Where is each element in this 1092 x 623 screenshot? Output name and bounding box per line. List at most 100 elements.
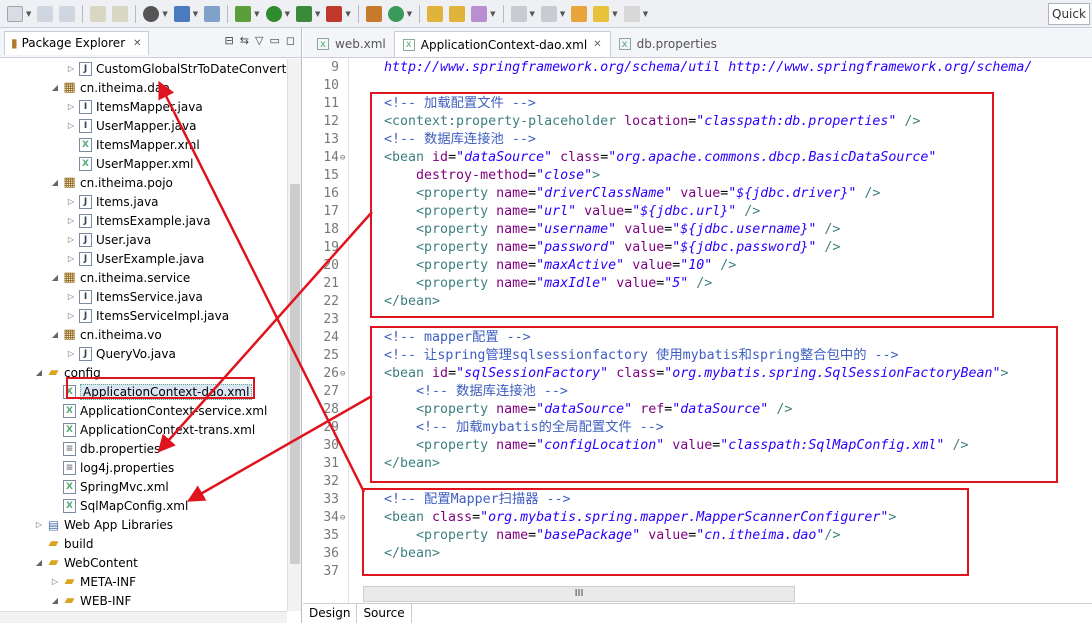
new-class-icon[interactable]: [387, 5, 404, 22]
dropdown-arrow-icon[interactable]: ▼: [530, 10, 535, 18]
expanded-arrow-icon[interactable]: ◢: [50, 596, 60, 605]
tree-item[interactable]: ▷ J UserExample.java: [66, 249, 204, 268]
tree-item[interactable]: ◢ ▦ cn.itheima.dao: [50, 78, 170, 97]
tree-item[interactable]: ◢ ▦ cn.itheima.pojo: [50, 173, 173, 192]
publish-icon[interactable]: [112, 5, 129, 22]
collapsed-arrow-icon[interactable]: ▷: [34, 520, 44, 529]
tree-item[interactable]: ▷ I UserMapper.java: [66, 116, 196, 135]
open-type-icon[interactable]: [427, 5, 444, 22]
tree-item[interactable]: ▷ J ItemsExample.java: [66, 211, 211, 230]
collapsed-arrow-icon[interactable]: ▷: [66, 102, 76, 111]
save-all-icon[interactable]: [59, 5, 76, 22]
open-resource-icon[interactable]: [449, 5, 466, 22]
collapsed-arrow-icon[interactable]: ▷: [66, 292, 76, 301]
collapsed-arrow-icon[interactable]: ▷: [66, 349, 76, 358]
tree-item[interactable]: ≡ db.properties: [50, 439, 160, 458]
editor-horizontal-scrollbar[interactable]: III: [363, 586, 795, 602]
dropdown-arrow-icon[interactable]: ▼: [254, 10, 259, 18]
collapsed-arrow-icon[interactable]: ▷: [66, 64, 76, 73]
editor-tab[interactable]: x ApplicationContext-dao.xml ✕: [393, 31, 611, 57]
back-icon[interactable]: [593, 5, 610, 22]
dropdown-arrow-icon[interactable]: ▼: [26, 10, 31, 18]
tree-item[interactable]: ▷ J Items.java: [66, 192, 159, 211]
save-icon[interactable]: [37, 5, 54, 22]
debug-icon[interactable]: [235, 5, 252, 22]
collapsed-arrow-icon[interactable]: ▷: [66, 121, 76, 130]
skip-breakpoints-icon[interactable]: [204, 5, 221, 22]
tree-item[interactable]: ◢ ▰ WebContent: [34, 553, 138, 572]
collapsed-arrow-icon[interactable]: ▷: [66, 235, 76, 244]
dropdown-arrow-icon[interactable]: ▼: [612, 10, 617, 18]
tree-item[interactable]: ◢ ▰ WEB-INF: [50, 591, 132, 610]
expanded-arrow-icon[interactable]: ◢: [34, 558, 44, 567]
expanded-arrow-icon[interactable]: ◢: [50, 273, 60, 282]
tree-vertical-scrollbar[interactable]: [287, 59, 301, 611]
collapsed-arrow-icon[interactable]: ▷: [50, 577, 60, 586]
monitor-icon[interactable]: [173, 5, 190, 22]
tree-item[interactable]: X ApplicationContext-trans.xml: [50, 420, 255, 439]
external-tools-icon[interactable]: [326, 5, 343, 22]
tree-item[interactable]: ▷ I ItemsService.java: [66, 287, 203, 306]
fold-toggle-icon[interactable]: ⊖: [340, 365, 345, 383]
run-icon[interactable]: [265, 5, 282, 22]
dropdown-arrow-icon[interactable]: ▼: [643, 10, 648, 18]
tree-item[interactable]: X SpringMvc.xml: [50, 477, 169, 496]
expanded-arrow-icon[interactable]: ◢: [34, 368, 44, 377]
dropdown-arrow-icon[interactable]: ▼: [560, 10, 565, 18]
last-edit-location-icon[interactable]: [571, 5, 588, 22]
tree-item[interactable]: ▷ ▤ Web App Libraries: [34, 515, 173, 534]
dropdown-arrow-icon[interactable]: ▼: [490, 10, 495, 18]
fold-toggle-icon[interactable]: ⊖: [340, 149, 345, 167]
new-file-icon[interactable]: [7, 5, 23, 22]
tree-item[interactable]: ▷ I ItemsMapper.java: [66, 97, 203, 116]
tree-item[interactable]: X ItemsMapper.xml: [66, 135, 200, 154]
tree-item[interactable]: ▷ J ItemsServiceImpl.java: [66, 306, 229, 325]
search-icon[interactable]: [471, 5, 488, 22]
collapsed-arrow-icon[interactable]: ▷: [66, 254, 76, 263]
dropdown-arrow-icon[interactable]: ▼: [285, 10, 290, 18]
close-icon[interactable]: ✕: [133, 38, 141, 49]
tree-item[interactable]: X SqlMapConfig.xml: [50, 496, 188, 515]
editor-tab[interactable]: x db.properties: [611, 31, 725, 57]
dropdown-arrow-icon[interactable]: ▼: [407, 10, 412, 18]
expanded-arrow-icon[interactable]: ◢: [50, 178, 60, 187]
collapse-all-icon[interactable]: ⊟: [225, 34, 234, 47]
bottom-tab-design[interactable]: Design: [303, 604, 358, 623]
expanded-arrow-icon[interactable]: ◢: [50, 330, 60, 339]
editor-tab[interactable]: x web.xml: [309, 31, 394, 57]
dropdown-arrow-icon[interactable]: ▼: [193, 10, 198, 18]
server-icon[interactable]: [143, 5, 160, 22]
tree-item[interactable]: ◢ ▦ cn.itheima.service: [50, 268, 190, 287]
link-with-editor-icon[interactable]: ⇆: [240, 34, 249, 47]
minimize-icon[interactable]: ▭: [269, 34, 279, 47]
dropdown-arrow-icon[interactable]: ▼: [162, 10, 167, 18]
tree-horizontal-scrollbar[interactable]: [0, 611, 287, 623]
tree-item[interactable]: ▰ build: [34, 534, 94, 553]
tree-item[interactable]: X UserMapper.xml: [66, 154, 193, 173]
dropdown-arrow-icon[interactable]: ▼: [315, 10, 320, 18]
collapsed-arrow-icon[interactable]: ▷: [66, 216, 76, 225]
maximize-icon[interactable]: ◻: [286, 34, 295, 47]
expanded-arrow-icon[interactable]: ◢: [50, 83, 60, 92]
bottom-tab-source[interactable]: Source: [357, 604, 412, 623]
tree-item[interactable]: ▷ J CustomGlobalStrToDateConverte: [66, 59, 287, 78]
fold-toggle-icon[interactable]: ⊖: [340, 509, 345, 527]
print-icon[interactable]: [90, 5, 107, 22]
collapsed-arrow-icon[interactable]: ▷: [66, 197, 76, 206]
tree-item[interactable]: ▷ J QueryVo.java: [66, 344, 176, 363]
tree-item[interactable]: ≡ log4j.properties: [50, 458, 174, 477]
tree-item[interactable]: X ApplicationContext-service.xml: [50, 401, 267, 420]
dropdown-arrow-icon[interactable]: ▼: [345, 10, 350, 18]
tree-item[interactable]: ◢ ▦ cn.itheima.vo: [50, 325, 162, 344]
run-external-icon[interactable]: [295, 5, 312, 22]
next-annotation-icon[interactable]: [510, 5, 527, 22]
new-project-icon[interactable]: [365, 5, 382, 22]
previous-annotation-icon[interactable]: [540, 5, 557, 22]
tree-item[interactable]: ▷ ▰ META-INF: [50, 572, 136, 591]
package-explorer-tab[interactable]: ▮ Package Explorer ✕: [4, 30, 149, 55]
close-icon[interactable]: ✕: [593, 39, 601, 50]
collapsed-arrow-icon[interactable]: ▷: [66, 311, 76, 320]
forward-icon[interactable]: [623, 5, 640, 22]
scrollbar-thumb[interactable]: [290, 184, 300, 564]
tree-item[interactable]: ▷ J User.java: [66, 230, 151, 249]
